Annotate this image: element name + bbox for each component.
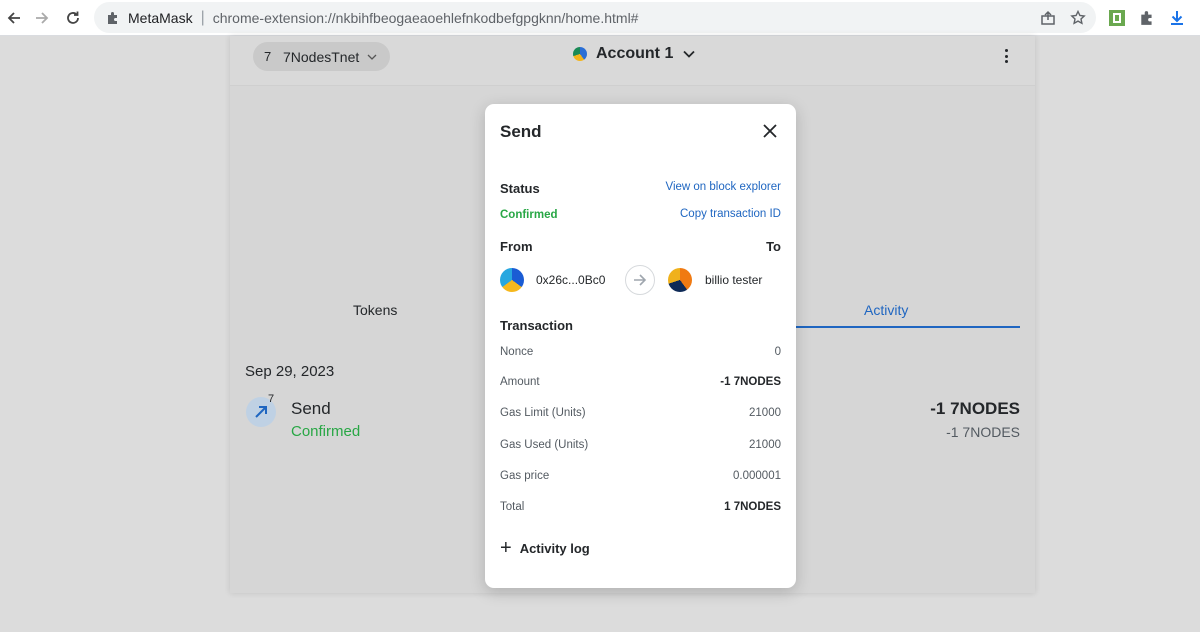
nonce-label: Nonce <box>500 346 534 358</box>
omnibox-separator: | <box>200 8 205 26</box>
tab-activity-indicator <box>796 326 1020 328</box>
gas-limit-label: Gas Limit (Units) <box>500 407 586 419</box>
back-icon[interactable] <box>2 6 26 30</box>
site-name: MetaMask <box>128 9 193 26</box>
address-bar[interactable]: MetaMask | chrome-extension://nkbihfbeog… <box>94 2 1096 33</box>
gas-used-label: Gas Used (Units) <box>500 439 589 451</box>
account-avatar <box>573 47 587 61</box>
to-avatar <box>668 268 692 292</box>
activity-amount-secondary: -1 7NODES <box>946 424 1020 440</box>
activity-log-label: Activity log <box>519 540 590 556</box>
to-address[interactable]: billio tester <box>705 273 762 287</box>
transaction-heading: Transaction <box>500 318 573 333</box>
view-on-block-explorer-link[interactable]: View on block explorer <box>666 181 782 193</box>
nonce-value: 0 <box>774 346 781 358</box>
activity-date: Sep 29, 2023 <box>245 363 335 380</box>
activity-log-toggle[interactable]: + Activity log <box>500 537 590 559</box>
status-value: Confirmed <box>500 209 558 221</box>
download-icon[interactable] <box>1165 6 1189 30</box>
metamask-header: 7 7NodesTnet Account 1 <box>230 36 1035 86</box>
transaction-details-modal: Send Status View on block explorer Confi… <box>485 104 796 588</box>
tab-tokens[interactable]: Tokens <box>353 302 397 318</box>
url-text: chrome-extension://nkbihfbeogaeaoehlefnk… <box>212 9 639 26</box>
network-badge: 7 <box>268 393 275 405</box>
from-label: From <box>500 239 533 254</box>
to-label: To <box>766 239 781 254</box>
browser-toolbar: MetaMask | chrome-extension://nkbihfbeog… <box>0 0 1200 36</box>
bookmark-star-icon[interactable] <box>1066 6 1090 30</box>
from-avatar <box>500 268 524 292</box>
network-number: 7 <box>264 49 272 64</box>
activity-title[interactable]: Send <box>291 399 331 419</box>
account-options-icon[interactable] <box>1002 47 1010 65</box>
total-label: Total <box>500 501 525 513</box>
chevron-down-icon <box>683 45 695 63</box>
close-icon[interactable] <box>761 122 779 140</box>
account-name: Account 1 <box>596 45 674 62</box>
gas-limit-value: 21000 <box>749 407 781 419</box>
activity-amount: -1 7NODES <box>930 399 1020 418</box>
extensions-puzzle-icon[interactable] <box>1135 6 1159 30</box>
reload-icon[interactable] <box>61 6 85 30</box>
gas-price-label: Gas price <box>500 470 550 482</box>
arrow-right-icon <box>625 265 655 295</box>
plus-icon: + <box>500 537 512 559</box>
from-address[interactable]: 0x26c...0Bc0 <box>536 273 605 287</box>
tab-activity[interactable]: Activity <box>864 302 908 318</box>
copy-transaction-id-link[interactable]: Copy transaction ID <box>680 208 781 220</box>
puzzle-icon <box>106 10 122 26</box>
amount-label: Amount <box>500 376 540 388</box>
share-icon[interactable] <box>1036 6 1060 30</box>
account-selector[interactable]: Account 1 <box>573 45 695 63</box>
extension-green-icon[interactable] <box>1105 6 1129 30</box>
network-name: 7NodesTnet <box>283 48 360 65</box>
gas-used-value: 21000 <box>749 439 781 451</box>
amount-value: -1 7NODES <box>720 376 781 388</box>
activity-status: Confirmed <box>291 423 361 440</box>
gas-price-value: 0.000001 <box>733 470 781 482</box>
forward-icon[interactable] <box>30 6 54 30</box>
chevron-down-icon <box>367 51 377 63</box>
total-value: 1 7NODES <box>724 501 781 513</box>
modal-title: Send <box>500 122 542 141</box>
network-selector[interactable]: 7 7NodesTnet <box>253 42 390 71</box>
status-label: Status <box>500 181 540 196</box>
